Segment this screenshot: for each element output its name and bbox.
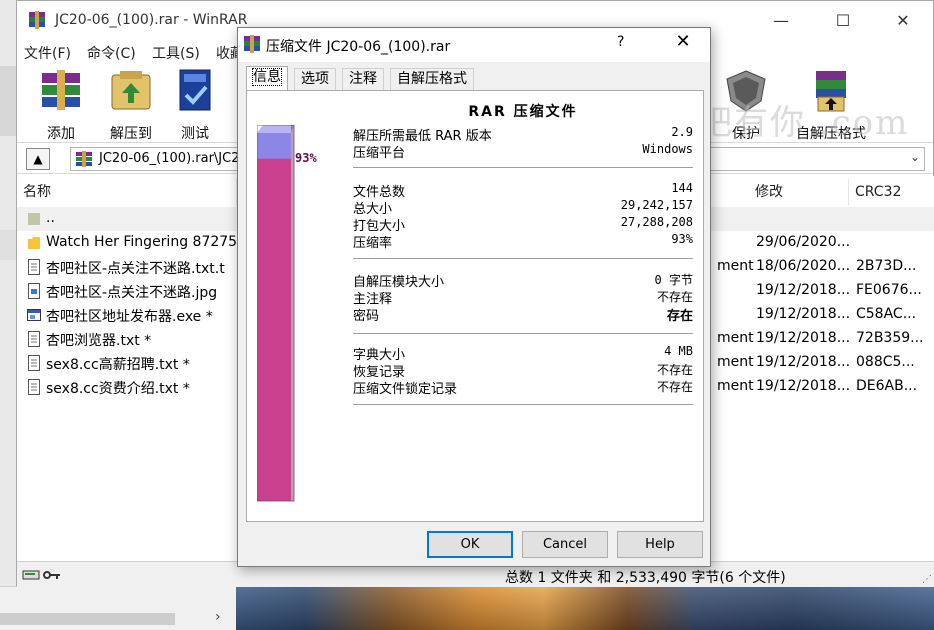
- help-button[interactable]: Help: [617, 531, 703, 558]
- arrow-up-icon: ▲: [33, 152, 43, 166]
- separator: [353, 167, 693, 168]
- info-row-dictionary: 字典大小 4 MB: [353, 344, 693, 363]
- tab-comment[interactable]: 注释: [342, 68, 384, 90]
- close-icon[interactable]: ✕: [891, 9, 915, 33]
- maximize-icon[interactable]: ☐: [831, 9, 855, 33]
- text-file-icon: [28, 355, 40, 371]
- winrar-archive-icon: [244, 35, 260, 53]
- dialog-title: 压缩文件 JC20-06_(100).rar: [266, 39, 451, 55]
- gauge-top-face: [257, 125, 294, 133]
- info-row-recovery-record: 恢复记录 不存在: [353, 363, 693, 380]
- separator: [353, 404, 693, 405]
- compression-ratio-gauge: [257, 125, 295, 502]
- test-button[interactable]: 测试: [160, 67, 230, 142]
- chevron-right-icon[interactable]: ›: [215, 609, 221, 625]
- info-row-ratio: 压缩率 93%: [353, 232, 693, 251]
- test-icon: [179, 69, 211, 111]
- main-window-title: JC20-06_(100).rar - WinRAR: [55, 12, 248, 28]
- drive-key-icon[interactable]: [22, 568, 62, 582]
- tab-info[interactable]: 信息: [246, 66, 288, 90]
- info-row-min-version: 解压所需最低 RAR 版本 2.9: [353, 125, 693, 144]
- minimize-icon[interactable]: —: [769, 9, 793, 33]
- dialog-titlebar[interactable]: 压缩文件 JC20-06_(100).rar ? ✕: [238, 28, 710, 62]
- winrar-app-icon: [29, 11, 45, 29]
- info-row-main-comment: 主注释 不存在: [353, 290, 693, 307]
- text-file-icon: [28, 379, 40, 395]
- desktop-left-edge: [0, 0, 16, 630]
- desktop-wallpaper-photo: [236, 586, 934, 630]
- info-row-platform: 压缩平台 Windows: [353, 142, 693, 161]
- add-icon: [42, 70, 80, 110]
- tab-sfx[interactable]: 自解压格式: [390, 68, 474, 90]
- menu-file[interactable]: 文件(F): [24, 43, 71, 63]
- column-header-crc32[interactable]: CRC32: [849, 179, 934, 205]
- path-text: JC20-06_(100).rar\JC2: [99, 151, 240, 166]
- info-row-password: 密码 存在: [353, 309, 693, 324]
- info-row-file-count: 文件总数 144: [353, 181, 693, 200]
- column-header-modified[interactable]: 修改: [749, 179, 849, 205]
- gauge-percent-label: 93%: [295, 150, 317, 165]
- gauge-filled-part: [257, 158, 291, 501]
- parent-folder-icon: [28, 213, 40, 225]
- close-icon[interactable]: ✕: [671, 31, 695, 52]
- info-row-lock-record: 压缩文件锁定记录 不存在: [353, 380, 693, 397]
- scrollbar-thumb[interactable]: [0, 613, 175, 625]
- folder-icon: [28, 237, 40, 249]
- extract-to-button[interactable]: 解压到: [96, 67, 166, 142]
- text-file-icon: [28, 259, 40, 275]
- menu-tools[interactable]: 工具(S): [152, 43, 200, 63]
- cancel-button[interactable]: Cancel: [522, 531, 608, 558]
- info-row-sfx-size: 自解压模块大小 0 字节: [353, 273, 693, 290]
- resize-grip-icon[interactable]: ⋰: [922, 574, 932, 585]
- tab-options[interactable]: 选项: [294, 68, 336, 90]
- extract-to-icon: [111, 71, 151, 110]
- background-window-scrollbar: ›: [0, 586, 236, 630]
- info-row-packed-size: 打包大小 27,288,208: [353, 215, 693, 234]
- separator: [353, 333, 693, 334]
- info-panel: 93% RAR 压缩文件 解压所需最低 RAR 版本 2.9 压缩平台 Wind…: [246, 90, 704, 522]
- image-file-icon: [28, 283, 40, 299]
- add-button[interactable]: 添加: [26, 67, 96, 142]
- up-folder-button[interactable]: ▲: [26, 148, 50, 170]
- archive-info-dialog: 压缩文件 JC20-06_(100).rar ? ✕ 信息 选项 注释 自解压格…: [237, 27, 711, 567]
- ok-button[interactable]: OK: [427, 531, 513, 558]
- info-row-total-size: 总大小 29,242,157: [353, 198, 693, 217]
- archive-type-heading: RAR 压缩文件: [468, 104, 578, 120]
- separator: [353, 258, 693, 259]
- column-header-name[interactable]: 名称: [17, 179, 237, 205]
- status-text: 总数 1 文件夹 和 2,533,490 字节(6 个文件): [505, 570, 786, 586]
- help-icon[interactable]: ?: [617, 34, 624, 50]
- chevron-down-icon[interactable]: ⌄: [910, 150, 920, 164]
- text-file-icon: [28, 331, 40, 347]
- exe-file-icon: [27, 309, 41, 321]
- menu-commands[interactable]: 命令(C): [87, 43, 136, 63]
- archive-icon: [76, 151, 92, 167]
